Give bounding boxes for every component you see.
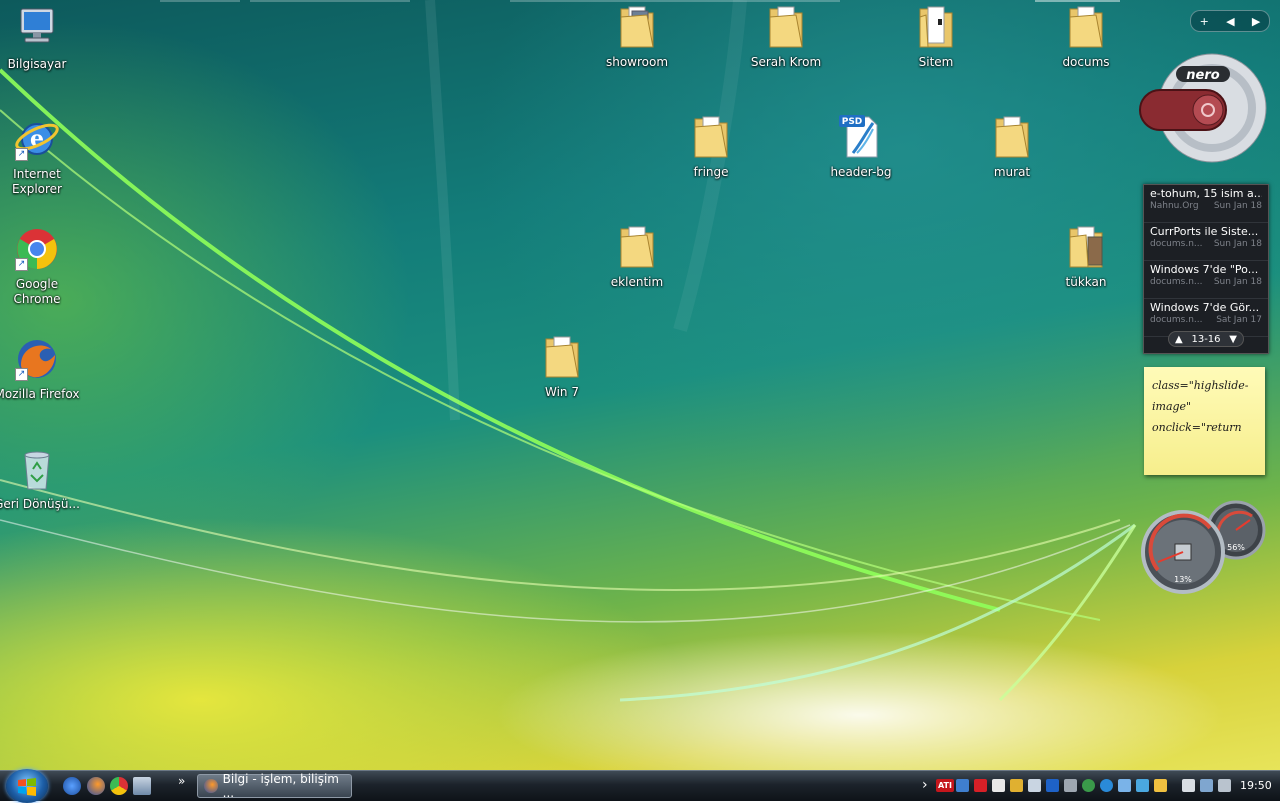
feed-item[interactable]: e-tohum, 15 isim a... Nahnu.Org Sun Jan 1…: [1144, 185, 1268, 223]
battery-tray-icon[interactable]: [1182, 779, 1195, 792]
recycle-bin-icon: [13, 445, 61, 493]
device-tray-icon[interactable]: [1064, 779, 1077, 792]
feed-pager: ▲ 13-16 ▼: [1168, 331, 1244, 347]
folder-icon: [613, 3, 661, 51]
taskbar: » Bilgi - işlem, bilişim ... › ATI 19:50: [0, 769, 1280, 803]
tray-expand-button[interactable]: ›: [922, 777, 928, 793]
desktop-folder-showroom[interactable]: showroom: [592, 3, 682, 70]
chrome-quicklaunch-icon[interactable]: [110, 777, 128, 795]
cpu-meter-gadget[interactable]: 56% 13%: [1140, 500, 1270, 596]
folder-icon: [687, 113, 735, 161]
folder-icon: [538, 333, 586, 381]
desktop-folder-fringe[interactable]: fringe: [666, 113, 756, 180]
computer-icon: [13, 5, 61, 53]
feed-headlines-gadget: e-tohum, 15 isim a... Nahnu.Org Sun Jan 1…: [1143, 184, 1269, 354]
feed-page-indicator: 13-16: [1191, 333, 1221, 345]
wallpaper-streaks: [0, 0, 1137, 702]
nero-logo: nero: [1186, 68, 1219, 83]
shortcut-arrow-icon: ↗: [15, 258, 28, 271]
sticky-note-gadget[interactable]: class="highslide-image" onclick="return: [1144, 367, 1265, 475]
desktop-file-header-bg[interactable]: PSD header-bg: [816, 113, 906, 180]
firefox-icon: ↗: [13, 335, 61, 383]
sidebar-next-button[interactable]: ▶: [1252, 15, 1260, 28]
sync-tray-icon[interactable]: [1082, 779, 1095, 792]
folder-icon: [988, 113, 1036, 161]
antivirus-tray-icon[interactable]: [974, 779, 987, 792]
chrome-icon: ↗: [13, 225, 61, 273]
folder-icon: [1062, 3, 1110, 51]
desktop-folder-serah-krom[interactable]: Serah Krom: [741, 3, 831, 70]
memory-percent-label: 56%: [1227, 543, 1245, 552]
settings-tray-icon[interactable]: [1118, 779, 1131, 792]
bluetooth-tray-icon[interactable]: [1046, 779, 1059, 792]
desktop-icon-mozilla-firefox[interactable]: ↗ Mozilla Firefox: [0, 335, 82, 402]
feed-item[interactable]: Windows 7'de "Po... docums.n... Sun Jan 1…: [1144, 261, 1268, 299]
ati-tray-icon[interactable]: ATI: [936, 779, 954, 792]
zip-tray-icon[interactable]: [1010, 779, 1023, 792]
desktop-folder-docums[interactable]: docums: [1041, 3, 1131, 70]
clock[interactable]: 19:50: [1240, 779, 1272, 792]
windows-logo-icon: [18, 778, 36, 796]
shield-tray-icon[interactable]: [1028, 779, 1041, 792]
quicklaunch-expand-button[interactable]: »: [178, 774, 185, 788]
internet-explorer-icon: e ↗: [13, 115, 61, 163]
volume-tray-icon[interactable]: [1218, 779, 1231, 792]
note-text[interactable]: class="highslide-image" onclick="return: [1152, 379, 1248, 434]
desktop[interactable]: Bilgisayar e ↗ Internet Explorer ↗ Googl…: [0, 0, 1280, 770]
network-user-tray-icon[interactable]: [956, 779, 969, 792]
firefox-icon: [204, 779, 218, 793]
desktop-folder-sitem[interactable]: Sitem: [891, 3, 981, 70]
feed-down-button[interactable]: ▼: [1229, 334, 1237, 345]
shortcut-arrow-icon: ↗: [15, 148, 28, 161]
ie-quicklaunch-icon[interactable]: [63, 777, 81, 795]
sidebar-prev-button[interactable]: ◀: [1226, 15, 1234, 28]
desktop-icon-recycle-bin[interactable]: Geri Dönüşü...: [0, 445, 82, 512]
desktop-icon-google-chrome[interactable]: ↗ Google Chrome: [0, 225, 82, 307]
nero-gadget[interactable]: nero: [1138, 52, 1270, 168]
folder-icon: [912, 3, 960, 51]
desktop-folder-win7[interactable]: Win 7: [517, 333, 607, 400]
psd-file-icon: PSD: [837, 113, 885, 161]
firefox-quicklaunch-icon[interactable]: [87, 777, 105, 795]
feed-up-button[interactable]: ▲: [1175, 334, 1183, 345]
desktop-icon-internet-explorer[interactable]: e ↗ Internet Explorer: [0, 115, 82, 197]
folder-icon: [613, 223, 661, 271]
add-gadget-button[interactable]: +: [1200, 15, 1209, 28]
globe-tray-icon[interactable]: [1100, 779, 1113, 792]
cpu-percent-label: 13%: [1174, 575, 1192, 584]
desktop-folder-tukkan[interactable]: tükkan: [1041, 223, 1131, 290]
tools-tray-icon[interactable]: [1154, 779, 1167, 792]
desktop-folder-eklentim[interactable]: eklentim: [592, 223, 682, 290]
camera-tray-icon[interactable]: [992, 779, 1005, 792]
messenger-tray-icon[interactable]: [1136, 779, 1149, 792]
network-tray-icon[interactable]: [1200, 779, 1213, 792]
psd-badge: PSD: [842, 117, 863, 127]
start-button[interactable]: [6, 769, 48, 803]
folder-icon: [1062, 223, 1110, 271]
desktop-icon-computer[interactable]: Bilgisayar: [0, 5, 82, 72]
show-desktop-icon[interactable]: [133, 777, 151, 795]
taskbar-window-firefox[interactable]: Bilgi - işlem, bilişim ...: [197, 772, 352, 800]
shortcut-arrow-icon: ↗: [15, 368, 28, 381]
feed-item[interactable]: CurrPorts ile Siste... docums.n... Sun Ja…: [1144, 223, 1268, 261]
desktop-folder-murat[interactable]: murat: [967, 113, 1057, 180]
sidebar-controls: + ◀ ▶: [1190, 10, 1270, 32]
folder-icon: [762, 3, 810, 51]
